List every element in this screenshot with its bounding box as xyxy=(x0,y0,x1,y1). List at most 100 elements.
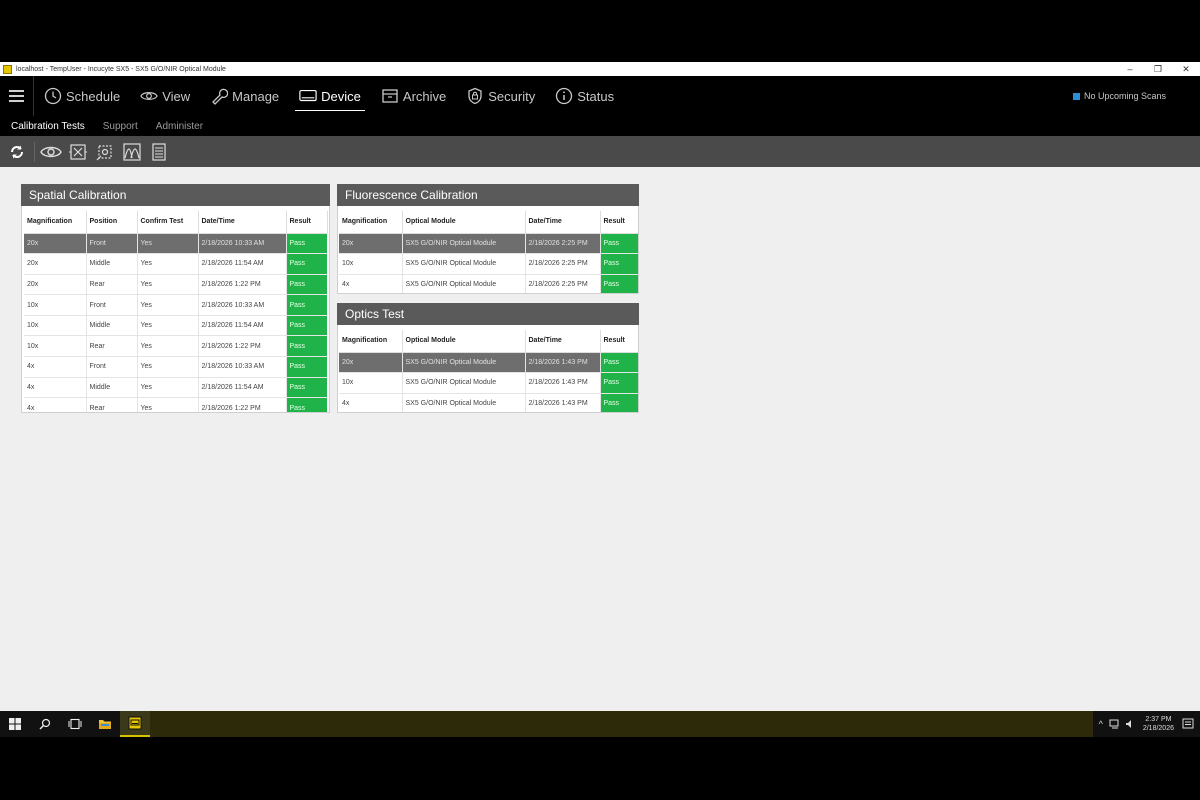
result-cell: Pass xyxy=(286,274,328,296)
table-cell: SX5 G/O/NIR Optical Module xyxy=(402,372,526,394)
chevron-up-icon[interactable]: ^ xyxy=(1099,719,1103,729)
focus-calibration-button[interactable] xyxy=(94,141,116,163)
optics-test-panel: Optics Test Magnification Optical Module D… xyxy=(337,303,639,413)
table-row[interactable]: 10x SX5 G/O/NIR Optical Module 2/18/2026 2… xyxy=(339,253,638,275)
table-row[interactable]: 20x Rear Yes 2/18/2026 1:22 PM Pass xyxy=(24,274,328,296)
file-explorer-button[interactable] xyxy=(90,711,120,737)
windows-logo-icon xyxy=(9,718,21,730)
spatial-calibration-table-wrap[interactable]: Magnification Position Confirm Test Date/Ti… xyxy=(21,206,330,413)
content-area: Spatial Calibration Magnification Positio… xyxy=(0,167,1200,711)
table-cell: SX5 G/O/NIR Optical Module xyxy=(402,352,526,374)
column-header[interactable]: Magnification xyxy=(339,211,403,234)
table-row[interactable]: 10x SX5 G/O/NIR Optical Module 2/18/2026 1… xyxy=(339,372,638,394)
table-cell: 4x xyxy=(339,393,403,412)
result-cell: Pass xyxy=(600,274,638,293)
nav-view[interactable]: View xyxy=(130,76,200,116)
nav-archive[interactable]: Archive xyxy=(371,76,456,116)
table-cell: 2/18/2026 10:33 AM xyxy=(198,294,287,316)
table-row[interactable]: 20x Middle Yes 2/18/2026 11:54 AM Pass xyxy=(24,253,328,275)
result-cell: Pass xyxy=(286,315,328,337)
table-cell: SX5 G/O/NIR Optical Module xyxy=(402,253,526,275)
table-row[interactable]: 20x Front Yes 2/18/2026 10:33 AM Pass xyxy=(24,233,328,255)
taskbar-clock[interactable]: 2:37 PM 2/18/2026 xyxy=(1143,715,1174,733)
table-cell: 2/18/2026 2:25 PM xyxy=(525,253,601,275)
optics-test-table-wrap[interactable]: Magnification Optical Module Date/Time Resu… xyxy=(337,325,639,413)
table-row[interactable]: 4x SX5 G/O/NIR Optical Module 2/18/2026 1:… xyxy=(339,393,638,412)
restore-button[interactable]: ❐ xyxy=(1144,62,1172,76)
fluorescence-calibration-table-wrap[interactable]: Magnification Optical Module Date/Time Resu… xyxy=(337,206,639,294)
tab-calibration-tests[interactable]: Calibration Tests xyxy=(0,121,94,132)
nav-schedule-label: Schedule xyxy=(66,88,121,104)
column-header[interactable]: Result xyxy=(286,211,328,234)
column-header[interactable]: Date/Time xyxy=(525,211,601,234)
nav-device-label: Device xyxy=(321,88,361,104)
sub-nav: Calibration Tests Support Administer xyxy=(0,116,1200,136)
close-button[interactable]: ✕ xyxy=(1172,62,1200,76)
nav-manage[interactable]: Manage xyxy=(200,76,289,116)
table-cell: Middle xyxy=(86,253,138,275)
incucyte-taskbar-button[interactable] xyxy=(120,711,150,737)
table-header-row: Magnification Optical Module Date/Time Resu… xyxy=(339,211,638,234)
menu-button[interactable] xyxy=(0,76,34,116)
window-title: localhost - TempUser - Incucyte SX5 - SX… xyxy=(16,65,226,73)
column-header[interactable]: Result xyxy=(600,330,638,353)
table-row[interactable]: 4x Front Yes 2/18/2026 10:33 AM Pass xyxy=(24,356,328,378)
view-button[interactable] xyxy=(40,141,62,163)
fluorescence-calibration-button[interactable] xyxy=(121,141,143,163)
column-header[interactable]: Magnification xyxy=(339,330,403,353)
column-header[interactable]: Date/Time xyxy=(198,211,287,234)
spatial-calibration-title: Spatial Calibration xyxy=(21,184,330,206)
refresh-icon xyxy=(11,145,23,158)
table-row[interactable]: 10x Rear Yes 2/18/2026 1:22 PM Pass xyxy=(24,335,328,358)
table-row[interactable]: 10x Middle Yes 2/18/2026 11:54 AM Pass xyxy=(24,315,328,337)
column-header[interactable]: Optical Module xyxy=(402,211,526,234)
nav-schedule[interactable]: Schedule xyxy=(34,76,130,116)
column-header[interactable]: Magnification xyxy=(24,211,87,234)
column-header[interactable]: Position xyxy=(86,211,138,234)
tab-support[interactable]: Support xyxy=(94,121,147,132)
column-header[interactable]: Optical Module xyxy=(402,330,526,353)
nav-security[interactable]: Security xyxy=(456,76,545,116)
upcoming-scans-indicator[interactable]: No Upcoming Scans xyxy=(1072,91,1166,101)
result-cell: Pass xyxy=(600,253,638,275)
table-row[interactable]: 20x SX5 G/O/NIR Optical Module 2/18/2026 2… xyxy=(339,233,638,255)
volume-icon[interactable] xyxy=(1125,719,1135,729)
table-row[interactable]: 4x SX5 G/O/NIR Optical Module 2/18/2026 2:… xyxy=(339,274,638,293)
table-row[interactable]: 20x SX5 G/O/NIR Optical Module 2/18/2026 1… xyxy=(339,352,638,374)
result-cell: Pass xyxy=(600,393,638,412)
spatial-calibration-table: Magnification Position Confirm Test Date/Ti… xyxy=(24,211,328,412)
spatial-calibration-button[interactable] xyxy=(67,141,89,163)
result-cell: Pass xyxy=(286,356,328,378)
network-icon[interactable] xyxy=(1109,719,1121,729)
table-row[interactable]: 4x Middle Yes 2/18/2026 11:54 AM Pass xyxy=(24,377,328,399)
nav-status[interactable]: Status xyxy=(545,76,624,116)
start-button[interactable] xyxy=(0,711,30,737)
task-view-icon xyxy=(68,718,82,730)
notification-icon[interactable] xyxy=(1182,718,1194,730)
tab-administer[interactable]: Administer xyxy=(147,121,212,132)
upcoming-scans-label: No Upcoming Scans xyxy=(1083,91,1166,101)
table-cell: 10x xyxy=(24,335,87,358)
table-cell: 10x xyxy=(24,315,87,337)
table-row[interactable]: 10x Front Yes 2/18/2026 10:33 AM Pass xyxy=(24,294,328,316)
result-cell: Pass xyxy=(286,233,328,255)
report-button[interactable] xyxy=(148,141,170,163)
clock-date: 2/18/2026 xyxy=(1142,725,1174,732)
table-cell: 2/18/2026 1:22 PM xyxy=(198,274,287,296)
table-cell: 2/18/2026 1:43 PM xyxy=(525,393,601,412)
table-row[interactable]: 4x Rear Yes 2/18/2026 1:22 PM Pass xyxy=(24,397,328,412)
nav-device[interactable]: Device xyxy=(289,76,371,116)
column-header[interactable]: Date/Time xyxy=(525,330,601,353)
fluorescence-calibration-title: Fluorescence Calibration xyxy=(337,184,639,206)
refresh-button[interactable] xyxy=(6,141,28,163)
column-header[interactable]: Result xyxy=(600,211,638,234)
column-header[interactable]: Confirm Test xyxy=(137,211,199,234)
incucyte-app-icon xyxy=(128,716,142,730)
table-cell: 2/18/2026 1:43 PM xyxy=(525,352,601,374)
search-button[interactable] xyxy=(30,711,60,737)
table-cell: 10x xyxy=(339,253,403,275)
fluorescence-calibration-table: Magnification Optical Module Date/Time Resu… xyxy=(339,211,638,293)
table-cell: 20x xyxy=(24,253,87,275)
minimize-button[interactable]: – xyxy=(1116,62,1144,76)
task-view-button[interactable] xyxy=(60,711,90,737)
